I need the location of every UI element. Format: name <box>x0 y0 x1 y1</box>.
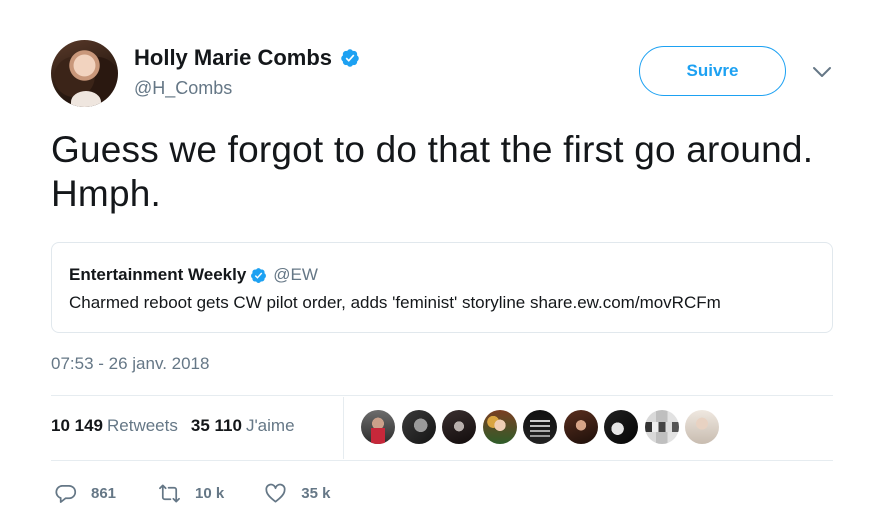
reply-button[interactable]: 861 <box>54 482 116 505</box>
liker-avatar[interactable] <box>523 410 557 444</box>
author-name[interactable]: Holly Marie Combs <box>134 45 332 71</box>
retweets-label[interactable]: Retweets <box>107 416 178 436</box>
tweet-text: Guess we forgot to do that the first go … <box>51 129 814 214</box>
quoted-tweet-header: Entertainment Weekly @EW <box>69 265 318 285</box>
tweet-actions: 861 10 k 35 k <box>54 482 330 505</box>
like-button[interactable]: 35 k <box>264 482 330 505</box>
tweet-timestamp[interactable]: 07:53 - 26 janv. 2018 <box>51 354 209 374</box>
quoted-author-handle: @EW <box>273 265 318 284</box>
author-handle[interactable]: @H_Combs <box>134 78 232 99</box>
liker-avatar[interactable] <box>563 410 598 444</box>
verified-badge-icon <box>341 49 359 67</box>
retweet-count: 10 k <box>195 485 225 502</box>
author-name-row[interactable]: Holly Marie Combs <box>134 45 360 71</box>
liker-avatar[interactable] <box>685 410 719 444</box>
like-count: 35 k <box>301 485 331 502</box>
liker-avatar[interactable] <box>604 410 638 444</box>
verified-badge-icon <box>251 267 267 283</box>
retweet-icon <box>159 484 180 503</box>
likes-label[interactable]: J'aime <box>246 416 295 436</box>
liker-avatar[interactable] <box>361 410 395 444</box>
chevron-down-icon[interactable] <box>811 62 833 82</box>
retweet-button[interactable]: 10 k <box>158 482 224 505</box>
liker-avatar[interactable] <box>482 410 517 444</box>
reply-count: 861 <box>91 485 117 502</box>
stats-separator <box>343 397 344 459</box>
heart-icon <box>265 483 286 503</box>
divider <box>51 395 833 396</box>
tweet-stats: 10 149 Retweets 35 110 J'aime <box>51 416 295 436</box>
liker-avatar[interactable] <box>442 410 476 444</box>
divider <box>51 460 833 461</box>
tweet-card: Holly Marie Combs @H_Combs Suivre Guess … <box>0 0 883 531</box>
quoted-tweet[interactable]: Entertainment Weekly @EW Charmed reboot … <box>51 242 833 333</box>
quoted-tweet-text: Charmed reboot gets CW pilot order, adds… <box>69 293 721 312</box>
quoted-author-name: Entertainment Weekly <box>69 265 247 284</box>
author-avatar[interactable] <box>51 40 118 107</box>
follow-button[interactable]: Suivre <box>639 46 786 96</box>
likers-avatars <box>361 410 726 444</box>
reply-icon <box>55 484 77 503</box>
liker-avatar[interactable] <box>401 410 436 444</box>
liker-avatar[interactable] <box>644 410 679 444</box>
retweets-count[interactable]: 10 149 <box>51 416 103 436</box>
likes-count[interactable]: 35 110 <box>191 416 242 436</box>
